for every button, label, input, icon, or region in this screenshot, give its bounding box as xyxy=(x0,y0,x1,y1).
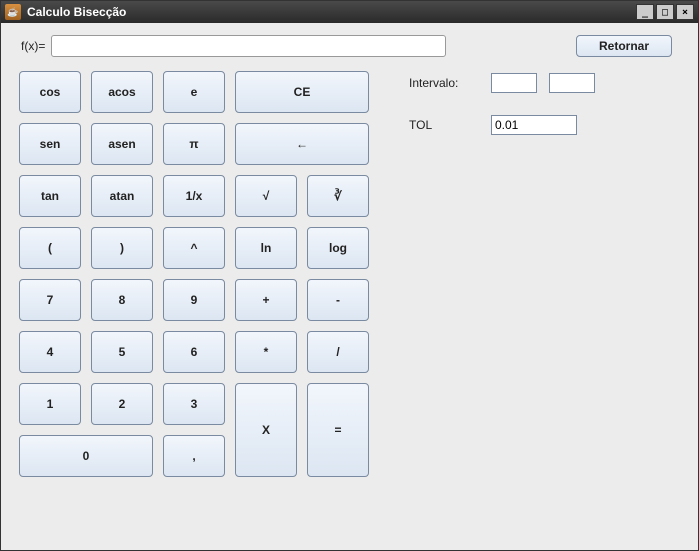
asen-key[interactable]: asen xyxy=(91,123,153,165)
keypad: cos acos e CE sen asen π ← tan atan 1/x … xyxy=(19,71,369,477)
sen-key[interactable]: sen xyxy=(19,123,81,165)
minimize-button[interactable]: _ xyxy=(636,4,654,20)
lparen-key[interactable]: ( xyxy=(19,227,81,269)
cbrt-key[interactable]: ∛ xyxy=(307,175,369,217)
multiply-key[interactable]: * xyxy=(235,331,297,373)
row-8: 0 , xyxy=(19,435,225,477)
top-row: f(x)= Retornar xyxy=(21,35,680,57)
four-key[interactable]: 4 xyxy=(19,331,81,373)
window-controls: _ □ × xyxy=(636,4,694,20)
one-key[interactable]: 1 xyxy=(19,383,81,425)
five-key[interactable]: 5 xyxy=(91,331,153,373)
row-2: sen asen π ← xyxy=(19,123,369,165)
e-key[interactable]: e xyxy=(163,71,225,113)
eight-key[interactable]: 8 xyxy=(91,279,153,321)
window-title: Calculo Bisecção xyxy=(27,5,636,19)
nine-key[interactable]: 9 xyxy=(163,279,225,321)
atan-key[interactable]: atan xyxy=(91,175,153,217)
tol-label: TOL xyxy=(409,118,479,132)
col123-0: 1 2 3 0 , xyxy=(19,383,225,477)
power-key[interactable]: ^ xyxy=(163,227,225,269)
row-4: ( ) ^ ln log xyxy=(19,227,369,269)
three-key[interactable]: 3 xyxy=(163,383,225,425)
row-5: 7 8 9 + - xyxy=(19,279,369,321)
two-key[interactable]: 2 xyxy=(91,383,153,425)
divide-key[interactable]: / xyxy=(307,331,369,373)
row-7-8: 1 2 3 0 , X = xyxy=(19,383,369,477)
java-icon: ☕ xyxy=(5,4,21,20)
acos-key[interactable]: acos xyxy=(91,71,153,113)
maximize-button[interactable]: □ xyxy=(656,4,674,20)
equals-key[interactable]: = xyxy=(307,383,369,477)
minus-key[interactable]: - xyxy=(307,279,369,321)
tan-key[interactable]: tan xyxy=(19,175,81,217)
plus-key[interactable]: + xyxy=(235,279,297,321)
rparen-key[interactable]: ) xyxy=(91,227,153,269)
sqrt-key[interactable]: √ xyxy=(235,175,297,217)
intervalo-b-input[interactable] xyxy=(549,73,595,93)
ln-key[interactable]: ln xyxy=(235,227,297,269)
pi-key[interactable]: π xyxy=(163,123,225,165)
ce-key[interactable]: CE xyxy=(235,71,369,113)
seven-key[interactable]: 7 xyxy=(19,279,81,321)
intervalo-label: Intervalo: xyxy=(409,76,479,90)
intervalo-a-input[interactable] xyxy=(491,73,537,93)
row-1: cos acos e CE xyxy=(19,71,369,113)
row-3: tan atan 1/x √ ∛ xyxy=(19,175,369,217)
app-window: ☕ Calculo Bisecção _ □ × f(x)= Retornar … xyxy=(0,0,699,551)
fx-input[interactable] xyxy=(51,35,446,57)
titlebar: ☕ Calculo Bisecção _ □ × xyxy=(1,1,698,23)
inverse-key[interactable]: 1/x xyxy=(163,175,225,217)
intervalo-row: Intervalo: xyxy=(409,73,595,93)
x-key[interactable]: X xyxy=(235,383,297,477)
backspace-key[interactable]: ← xyxy=(235,123,369,165)
retornar-button[interactable]: Retornar xyxy=(576,35,672,57)
content-area: f(x)= Retornar cos acos e CE sen asen π … xyxy=(1,23,698,550)
log-key[interactable]: log xyxy=(307,227,369,269)
cos-key[interactable]: cos xyxy=(19,71,81,113)
side-panel: Intervalo: TOL xyxy=(409,71,595,477)
row-6: 4 5 6 * / xyxy=(19,331,369,373)
main-area: cos acos e CE sen asen π ← tan atan 1/x … xyxy=(19,71,680,477)
close-button[interactable]: × xyxy=(676,4,694,20)
tol-input[interactable] xyxy=(491,115,577,135)
comma-key[interactable]: , xyxy=(163,435,225,477)
fx-label: f(x)= xyxy=(21,39,45,53)
zero-key[interactable]: 0 xyxy=(19,435,153,477)
six-key[interactable]: 6 xyxy=(163,331,225,373)
tol-row: TOL xyxy=(409,115,595,135)
row-7: 1 2 3 xyxy=(19,383,225,425)
